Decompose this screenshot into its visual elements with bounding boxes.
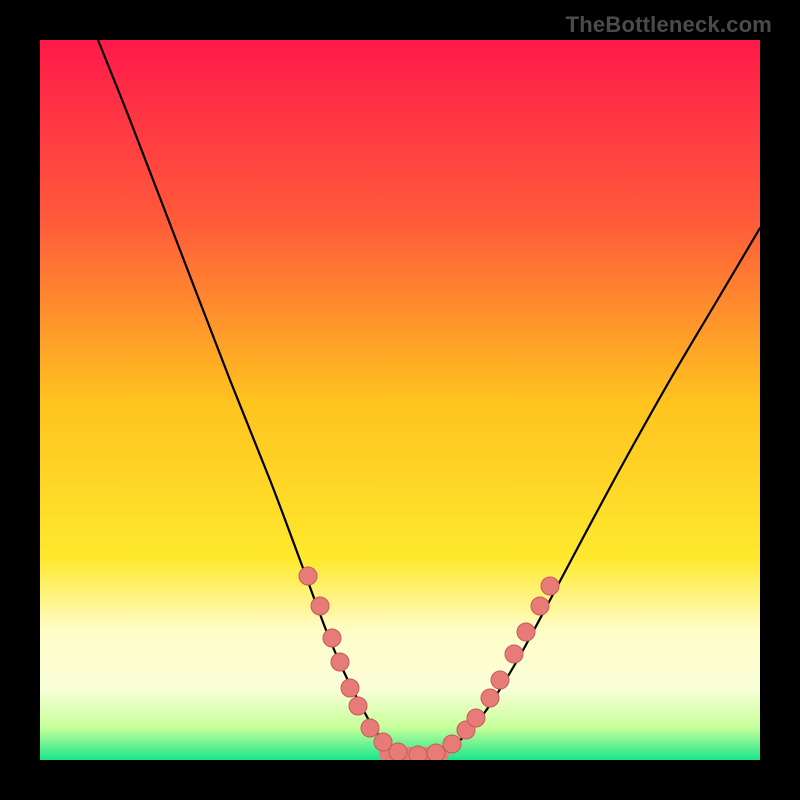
- marker-dot: [467, 709, 485, 727]
- marker-dot: [491, 671, 509, 689]
- marker-dot: [341, 679, 359, 697]
- chart-frame: TheBottleneck.com: [0, 0, 800, 800]
- marker-dot: [349, 697, 367, 715]
- marker-dot: [505, 645, 523, 663]
- attribution-label: TheBottleneck.com: [566, 12, 772, 38]
- marker-dot: [427, 744, 445, 760]
- marker-dot: [331, 653, 349, 671]
- marker-dot: [323, 629, 341, 647]
- marker-dot: [531, 597, 549, 615]
- chart-svg: [40, 40, 760, 760]
- marker-dot: [409, 746, 427, 760]
- plot-area: [40, 40, 760, 760]
- marker-dot: [517, 623, 535, 641]
- marker-dot: [311, 597, 329, 615]
- marker-dot: [389, 743, 407, 760]
- marker-dot: [361, 719, 379, 737]
- marker-dot: [481, 689, 499, 707]
- marker-dot: [299, 567, 317, 585]
- marker-dot: [541, 577, 559, 595]
- gradient-background: [40, 40, 760, 760]
- marker-dot: [443, 735, 461, 753]
